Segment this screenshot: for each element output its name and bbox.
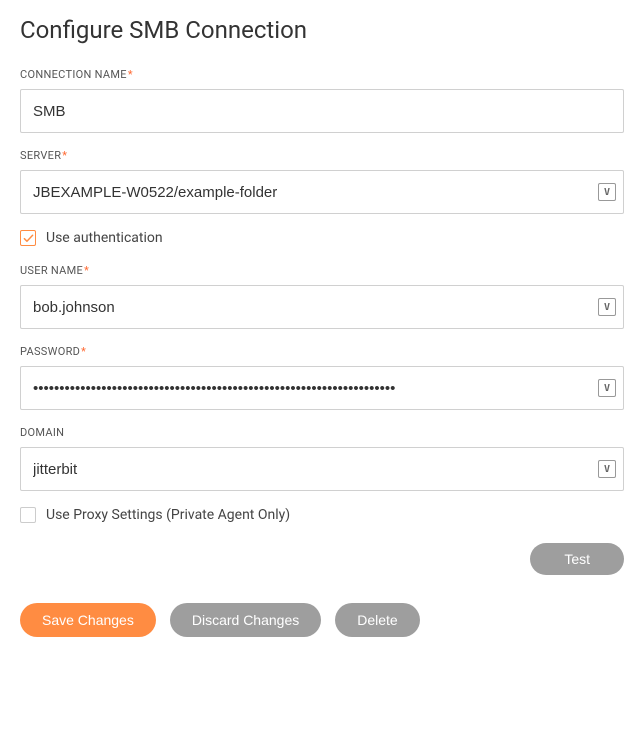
connection-name-label: CONNECTION NAME* [20, 68, 624, 81]
delete-button[interactable]: Delete [335, 603, 419, 637]
username-label: USER NAME* [20, 264, 624, 277]
connection-name-input[interactable] [20, 89, 624, 133]
checkbox-unchecked-icon [20, 507, 36, 523]
password-input-wrapper: V [20, 366, 624, 410]
username-label-text: USER NAME [20, 264, 83, 277]
server-input[interactable] [20, 170, 624, 214]
password-input[interactable] [20, 366, 624, 410]
checkbox-checked-icon [20, 230, 36, 246]
variable-icon[interactable]: V [598, 183, 616, 201]
server-group: SERVER* V [20, 149, 624, 214]
username-input-wrapper: V [20, 285, 624, 329]
server-label: SERVER* [20, 149, 624, 162]
server-input-wrapper: V [20, 170, 624, 214]
save-button[interactable]: Save Changes [20, 603, 156, 637]
password-group: PASSWORD* V [20, 345, 624, 410]
page-title: Configure SMB Connection [20, 16, 624, 44]
password-label-text: PASSWORD [20, 345, 80, 358]
username-input[interactable] [20, 285, 624, 329]
use-proxy-label: Use Proxy Settings (Private Agent Only) [46, 507, 290, 523]
variable-icon[interactable]: V [598, 298, 616, 316]
use-proxy-checkbox[interactable]: Use Proxy Settings (Private Agent Only) [20, 507, 624, 523]
required-marker: * [62, 149, 67, 162]
required-marker: * [81, 345, 86, 358]
action-button-row: Save Changes Discard Changes Delete [20, 603, 624, 637]
use-auth-checkbox[interactable]: Use authentication [20, 230, 624, 246]
test-button-row: Test [20, 543, 624, 575]
server-label-text: SERVER [20, 149, 61, 162]
test-button[interactable]: Test [530, 543, 624, 575]
domain-input[interactable] [20, 447, 624, 491]
variable-icon[interactable]: V [598, 460, 616, 478]
connection-name-label-text: CONNECTION NAME [20, 68, 127, 81]
discard-button[interactable]: Discard Changes [170, 603, 321, 637]
username-group: USER NAME* V [20, 264, 624, 329]
required-marker: * [84, 264, 89, 277]
password-label: PASSWORD* [20, 345, 624, 358]
required-marker: * [128, 68, 133, 81]
connection-name-group: CONNECTION NAME* [20, 68, 624, 133]
connection-name-input-wrapper [20, 89, 624, 133]
domain-input-wrapper: V [20, 447, 624, 491]
domain-group: DOMAIN V [20, 426, 624, 491]
domain-label: DOMAIN [20, 426, 624, 439]
domain-label-text: DOMAIN [20, 426, 64, 439]
use-auth-label: Use authentication [46, 230, 163, 246]
variable-icon[interactable]: V [598, 379, 616, 397]
